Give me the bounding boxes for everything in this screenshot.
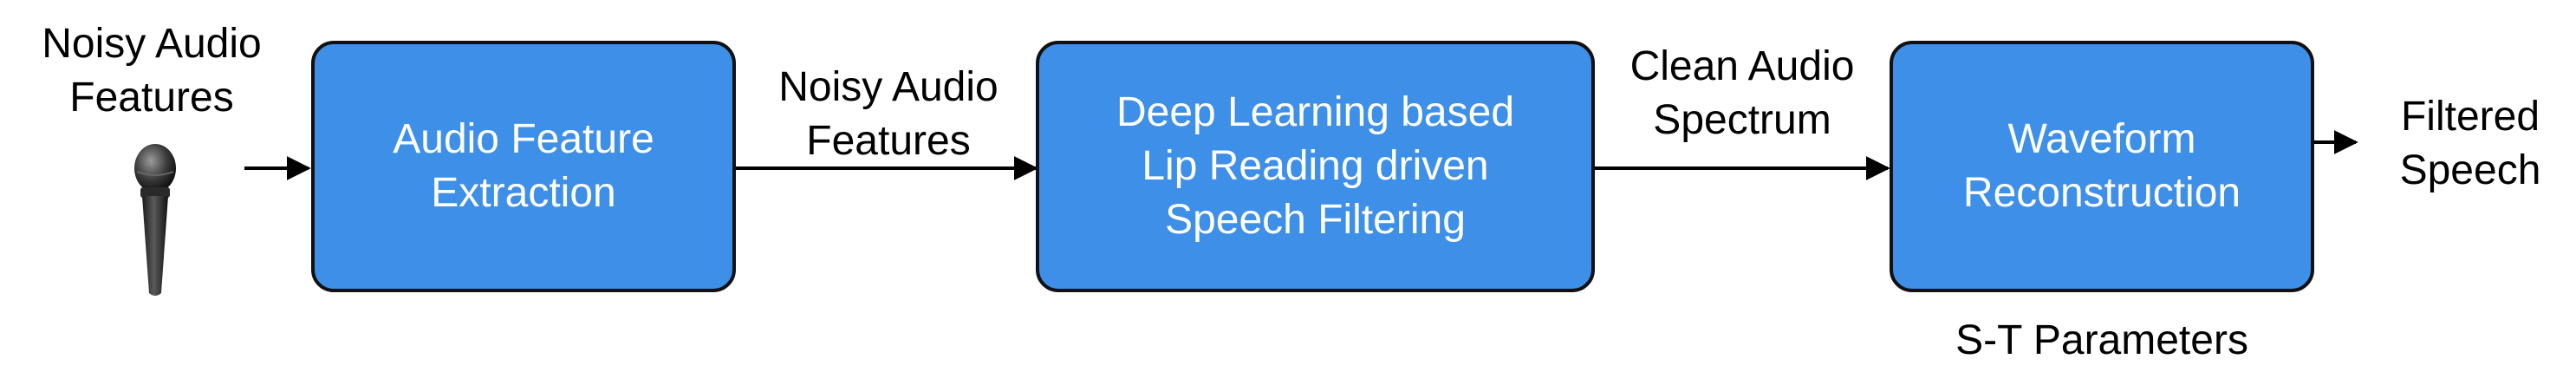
waveform-reconstruction-box: Waveform Reconstruction: [1890, 41, 2314, 292]
box-label-line: Audio Feature: [393, 116, 654, 162]
output-label-line: Filtered: [2400, 94, 2540, 140]
lip-reading-speech-filtering-box: Deep Learning based Lip Reading driven S…: [1036, 41, 1595, 292]
input-label-line: Features: [69, 75, 234, 121]
st-parameters-label: S-T Parameters: [1955, 317, 2248, 363]
edge-label-clean-audio-spectrum: Clean Audio Spectrum: [1599, 40, 1885, 147]
edge-label-noisy-audio-features: Noisy Audio Features: [745, 61, 1031, 168]
output-label-line: Speech: [2399, 147, 2541, 193]
edge-label-line: Clean Audio: [1630, 43, 1855, 89]
edge-label-line: Spectrum: [1653, 97, 1831, 143]
input-label: Noisy Audio Features: [9, 17, 295, 125]
box-label-line: Lip Reading driven: [1142, 143, 1489, 189]
lip-reading-speech-filtering-label: Deep Learning based Lip Reading driven S…: [1116, 86, 1514, 247]
box-label-line: Extraction: [431, 170, 616, 216]
audio-feature-extraction-label: Audio Feature Extraction: [393, 113, 654, 220]
input-label-line: Noisy Audio: [42, 21, 262, 67]
box-label-line: Deep Learning based: [1116, 89, 1515, 135]
box-label-line: Speech Filtering: [1165, 197, 1466, 243]
edge-label-line: Features: [806, 118, 971, 164]
audio-feature-extraction-box: Audio Feature Extraction: [311, 41, 736, 292]
edge-label-line: Noisy Audio: [778, 64, 999, 110]
box-label-line: Waveform: [2007, 116, 2196, 162]
waveform-reconstruction-label: Waveform Reconstruction: [1963, 113, 2241, 220]
output-label: Filtered Speech: [2368, 90, 2573, 198]
microphone-icon: [134, 144, 176, 296]
box-label-line: Reconstruction: [1962, 170, 2241, 216]
